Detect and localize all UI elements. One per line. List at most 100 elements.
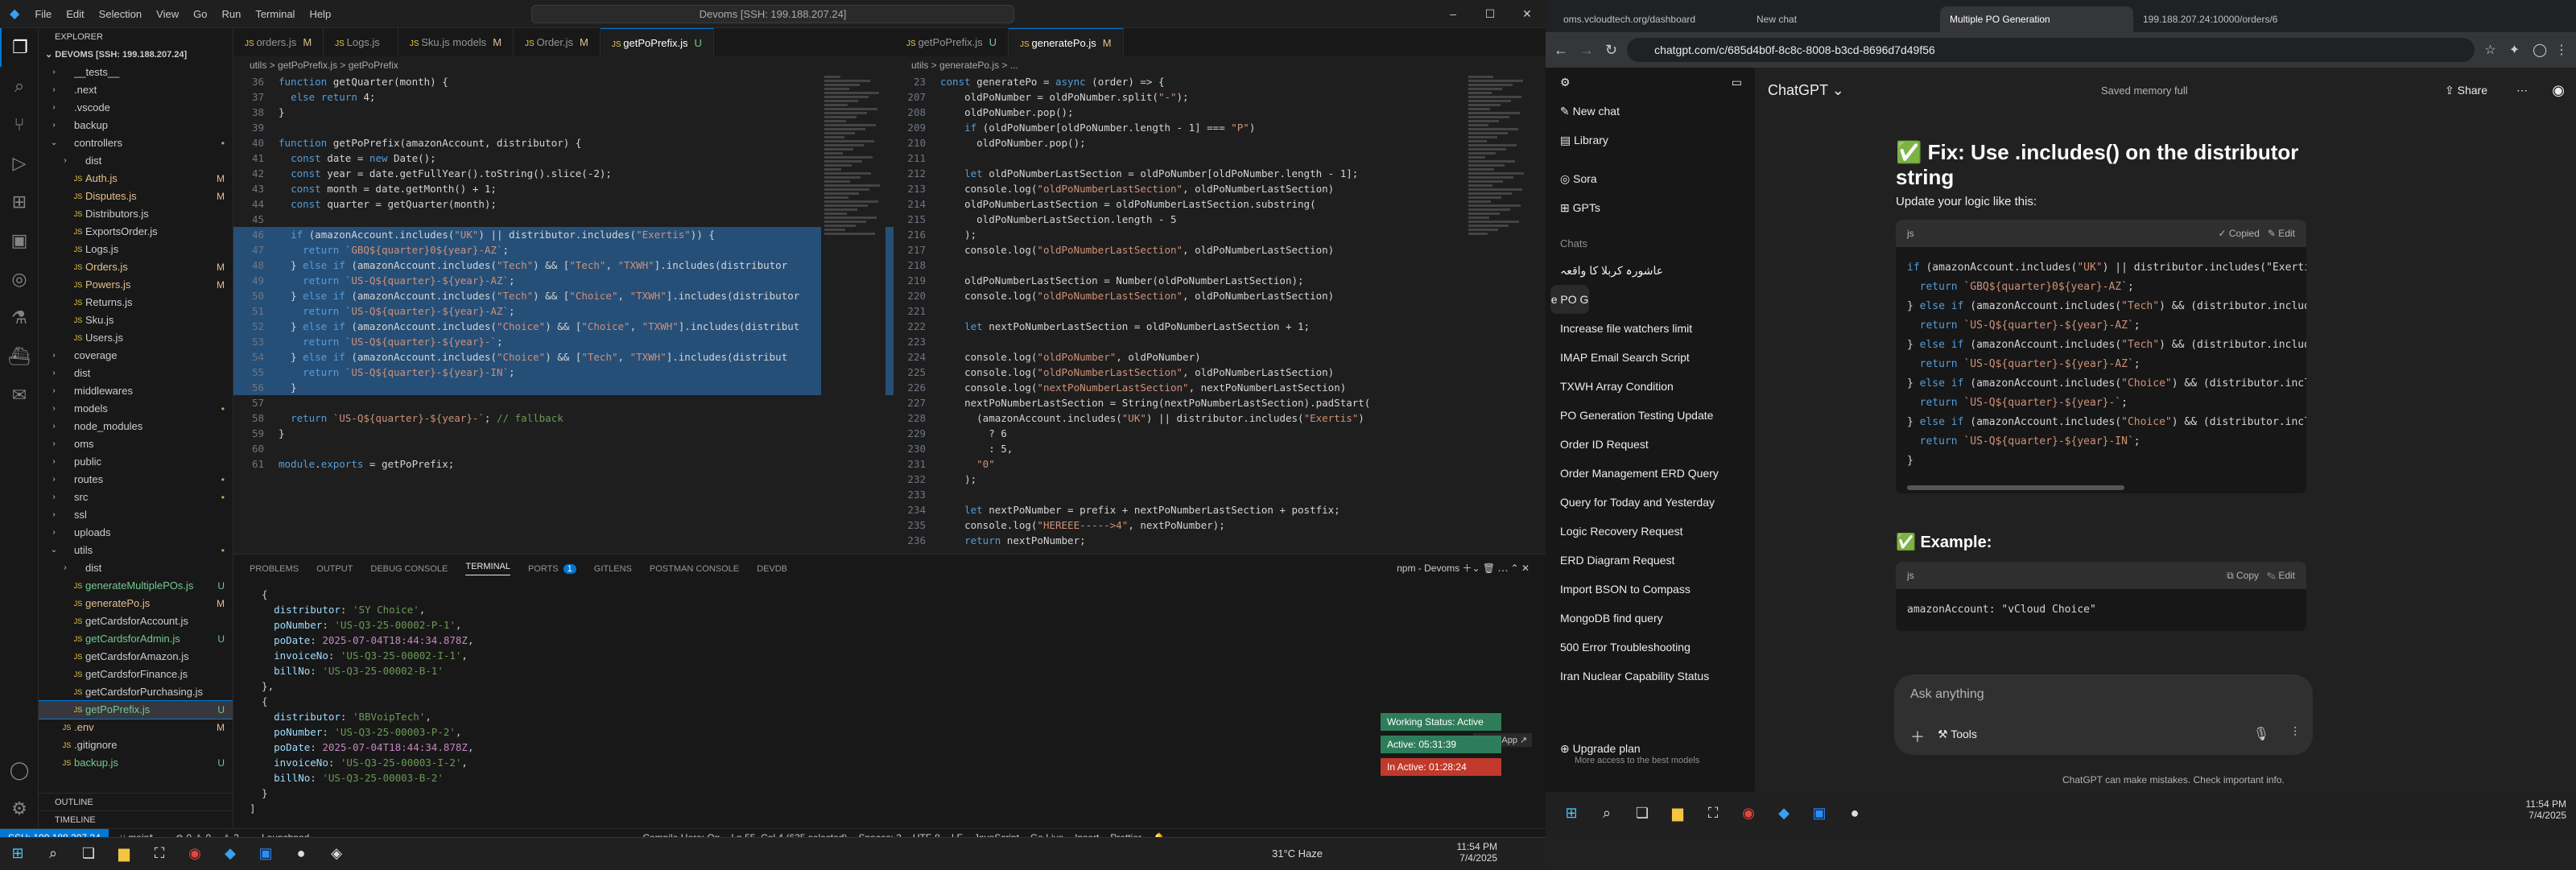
chat-history-item[interactable]: ERD Diagram Request <box>1546 546 1755 575</box>
share-button[interactable]: ⇪ Share <box>2445 84 2487 97</box>
folder-item[interactable]: ⌄ utils • <box>39 542 233 559</box>
system-clock[interactable]: 11:54 PM 7/4/2025 <box>1457 841 1497 864</box>
file-item[interactable]: JS getCardsforFinance.js <box>39 666 233 683</box>
folder-item[interactable]: › .vscode <box>39 99 233 117</box>
profile-avatar-icon[interactable]: ◯ <box>2533 42 2547 58</box>
panel-tab[interactable]: DEVDB <box>757 564 787 574</box>
chat-history-item[interactable]: MongoDB find query <box>1546 604 1755 633</box>
chat-history-item[interactable]: Increase file watchers limit <box>1546 314 1755 343</box>
chrome-icon-2[interactable]: ◉ <box>1731 797 1766 829</box>
file-item[interactable]: JS getCardsforAccount.js <box>39 612 233 630</box>
upgrade-plan-button[interactable]: ⊕ Upgrade plan More access to the best m… <box>1560 742 1699 765</box>
chat-history-item[interactable]: Iran Nuclear Capability Status <box>1546 662 1755 691</box>
taskbar-search-icon[interactable]: ⌕ <box>35 838 71 870</box>
run-debug-icon[interactable]: ▷ <box>0 144 39 183</box>
copied-button[interactable]: ✓ Copied <box>2218 228 2259 239</box>
file-explorer-icon-2[interactable]: ▆ <box>1660 797 1695 829</box>
panel-tab[interactable]: OUTPUT <box>316 564 353 574</box>
folder-item[interactable]: › models • <box>39 400 233 418</box>
sidebar-toggle-icon[interactable]: ▭ <box>1732 68 1742 97</box>
zoom-icon-2[interactable]: ▣ <box>1802 797 1837 829</box>
workspace-root[interactable]: ⌄ DEVOMS [SSH: 199.188.207.24] <box>39 46 233 64</box>
file-item[interactable]: JS backup.js U <box>39 754 233 772</box>
command-center[interactable]: Devoms [SSH: 199.188.207.24] <box>531 5 1014 23</box>
user-avatar[interactable]: ◉ <box>2552 82 2565 99</box>
new-chat-button[interactable]: ✎ New chat <box>1546 97 1755 126</box>
file-item[interactable]: JS Sku.js <box>39 311 233 329</box>
extensions-icon[interactable]: ⊞ <box>0 183 39 221</box>
source-control-icon[interactable]: ⑂ <box>0 105 39 144</box>
bookmark-star-icon[interactable]: ☆ <box>2484 42 2496 58</box>
chrome-menu-icon[interactable]: ⋮ <box>2555 42 2568 58</box>
folder-item[interactable]: › __tests__ <box>39 64 233 81</box>
chat-history-item[interactable]: عاشورہ کربلا کا واقعہ <box>1546 256 1755 285</box>
file-item[interactable]: JS Distributors.js <box>39 205 233 223</box>
gpts-button[interactable]: ⊞ GPTs <box>1546 193 1755 222</box>
folder-item[interactable]: › dist <box>39 559 233 577</box>
folder-item[interactable]: ⌄ controllers • <box>39 134 233 152</box>
library-button[interactable]: ▤ Library <box>1546 126 1755 155</box>
folder-item[interactable]: › src • <box>39 489 233 506</box>
maximize-icon[interactable]: ☐ <box>1472 0 1509 28</box>
chat-history-item[interactable]: Order ID Request <box>1546 430 1755 459</box>
folder-item[interactable]: › middlewares <box>39 382 233 400</box>
minimap-right[interactable] <box>1465 74 1530 554</box>
account-icon[interactable]: ◯ <box>0 751 39 790</box>
prompt-placeholder[interactable]: Ask anything <box>1910 687 1984 702</box>
menu-view[interactable]: View <box>156 8 179 20</box>
trash-icon[interactable]: 🗑 <box>1483 563 1495 574</box>
vscode-taskbar-icon-2[interactable]: ◆ <box>1766 797 1802 829</box>
file-item[interactable]: JS .env M <box>39 719 233 736</box>
reload-icon[interactable]: ↻ <box>1605 42 1617 59</box>
windows-start-icon[interactable]: ⊞ <box>0 838 35 870</box>
testing-icon[interactable]: ⚗ <box>0 299 39 337</box>
minimap-left[interactable] <box>821 74 886 554</box>
fix-code[interactable]: if (amazonAccount.includes("UK") || dist… <box>1896 247 2306 482</box>
attach-plus-icon[interactable]: ＋ <box>1910 726 1925 747</box>
editor-tab[interactable]: JS generatePo.js M <box>1009 28 1124 56</box>
editor-tab[interactable]: JS getPoPrefix.js U <box>600 28 714 56</box>
edit-button-2[interactable]: ✎ Edit <box>2267 570 2295 581</box>
minimize-icon[interactable]: – <box>1435 0 1472 28</box>
folder-item[interactable]: › public <box>39 453 233 471</box>
settings-gear-icon[interactable]: ⚙ <box>0 790 39 828</box>
address-bar[interactable]: chatgpt.com/c/685d4b0f-8c8c-8008-b3cd-86… <box>1627 38 2475 62</box>
menu-go[interactable]: Go <box>193 8 207 20</box>
chrome-icon[interactable]: ◉ <box>177 838 213 870</box>
file-item[interactable]: JS generatePo.js M <box>39 595 233 612</box>
windows-start-icon-2[interactable]: ⊞ <box>1554 797 1589 829</box>
file-item[interactable]: JS getCardsforPurchasing.js <box>39 683 233 701</box>
extensions-puzzle-icon[interactable]: ✦ <box>2509 42 2520 58</box>
file-item[interactable]: JS generateMultiplePOs.js U <box>39 577 233 595</box>
vscode-taskbar-icon[interactable]: ◆ <box>213 838 248 870</box>
menu-file[interactable]: File <box>35 8 52 20</box>
folder-item[interactable]: › backup <box>39 117 233 134</box>
folder-item[interactable]: › oms <box>39 435 233 453</box>
browser-tab[interactable]: oms.vcloudtech.org/dashboard <box>1554 6 1747 32</box>
voice-mode-icon[interactable]: ⫶ <box>2293 726 2297 740</box>
chat-input[interactable]: Ask anything ＋ ⚒ Tools 🎙 ⫶ <box>1894 674 2313 755</box>
terminal-output[interactable]: { distributor: 'SY Choice', poNumber: 'U… <box>250 587 473 816</box>
folder-item[interactable]: › dist <box>39 365 233 382</box>
browser-tab[interactable]: New chat <box>1747 6 1940 32</box>
breadcrumb-left[interactable]: utils > getPoPrefix.js > getPoPrefix <box>233 56 894 74</box>
explorer-icon[interactable]: ❐ <box>0 28 39 67</box>
folder-item[interactable]: › node_modules <box>39 418 233 435</box>
file-explorer-icon[interactable]: ▆ <box>106 838 142 870</box>
file-item[interactable]: JS Returns.js <box>39 294 233 311</box>
remote-explorer-icon[interactable]: ▣ <box>0 221 39 260</box>
file-item[interactable]: JS getPoPrefix.js U <box>39 700 233 720</box>
store-icon[interactable]: ⛶ <box>142 838 177 870</box>
menu-edit[interactable]: Edit <box>66 8 84 20</box>
docker-icon[interactable]: ⛴ <box>0 337 39 376</box>
folder-item[interactable]: › routes • <box>39 471 233 489</box>
forward-icon[interactable]: → <box>1579 42 1594 59</box>
panel-tab[interactable]: POSTMAN CONSOLE <box>650 564 739 574</box>
terminal-selector[interactable]: npm - Devoms ＋⌄ 🗑 ⋯ ⌃ ✕ <box>1397 561 1530 575</box>
file-item[interactable]: JS getCardsforAdmin.js U <box>39 630 233 648</box>
editor-tab[interactable]: JS Sku.js models M <box>398 28 514 56</box>
chat-history-item[interactable]: 500 Error Troubleshooting <box>1546 633 1755 662</box>
file-item[interactable]: JS Powers.js M <box>39 276 233 294</box>
chatgpt-logo-icon[interactable]: ⚙ ▭ <box>1546 68 1755 97</box>
task-view-icon[interactable]: ❏ <box>71 838 106 870</box>
